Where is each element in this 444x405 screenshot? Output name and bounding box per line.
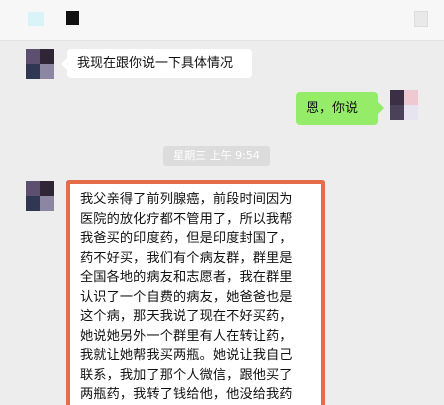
message-line: 我爸买的印度药，但是印度封国了， [80, 231, 293, 246]
message-line: 两瓶药，我转了钱给他，他没给我药 [80, 387, 293, 402]
avatar-contact[interactable] [26, 181, 54, 211]
message-line: 认识了一个自费的病友，她爸爸也是 [80, 289, 293, 305]
message-text: 恩，你说 [306, 101, 359, 116]
message-bubble-incoming[interactable]: 我现在跟你说一下具体情况 [61, 49, 252, 78]
message-text: 我现在跟你说一下具体情况 [77, 56, 234, 71]
avatar-contact[interactable] [26, 49, 54, 79]
message-bubble-outgoing[interactable]: 恩，你说 [296, 92, 384, 125]
message-bubble-highlighted[interactable]: 我父亲得了前列腺癌，前段时间因为 医院的放化疗都不管用了，所以我帮 我爸买的印度… [66, 180, 325, 405]
message-line: 联系，我加了那个人微信，跟他买了 [80, 367, 293, 383]
header-icon-right[interactable] [414, 11, 428, 27]
message-line: 这个病，那天我说了现在不好买药， [80, 309, 293, 324]
header-icon-middle[interactable] [66, 11, 79, 25]
message-line: 药不好买，我们有个病友群，群里是 [80, 250, 293, 266]
message-line: 我就让她帮我买两瓶。她说让我自己 [80, 348, 293, 363]
message-line: 医院的放化疗都不管用了，所以我帮 [80, 211, 293, 227]
message-line: 我父亲得了前列腺癌，前段时间因为 [80, 192, 293, 207]
message-line: 全国各地的病友和志愿者，我在群里 [80, 270, 293, 285]
timestamp-label: 星期三 上午 9:54 [163, 146, 270, 166]
chat-header [0, 0, 444, 41]
message-line: 她说她另外一个群里有人在转让药， [80, 328, 293, 344]
avatar-self[interactable] [390, 90, 418, 120]
header-icon-left[interactable] [28, 12, 44, 26]
